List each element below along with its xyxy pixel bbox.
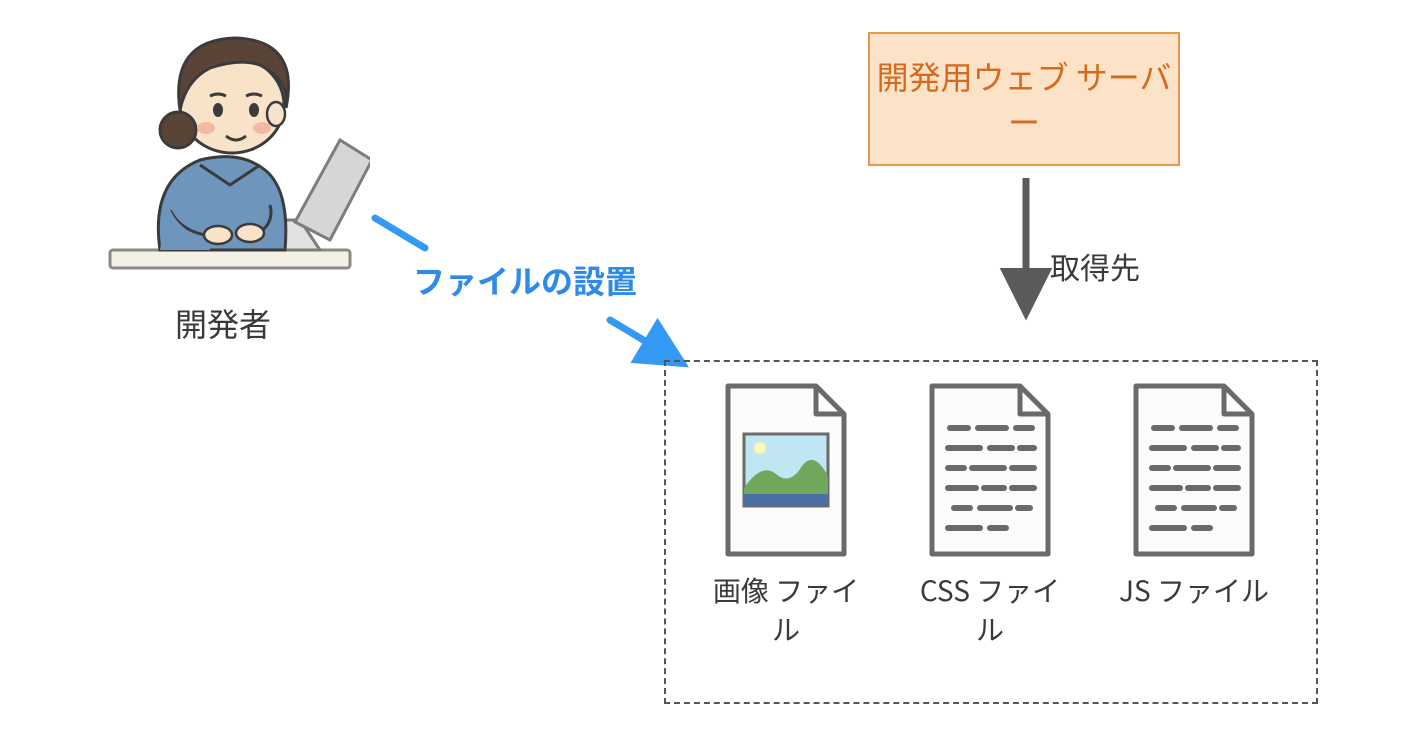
file-css-label: CSS ファイル xyxy=(910,571,1070,649)
file-js: JS ファイル xyxy=(1114,380,1274,610)
developer-label: 開発者 xyxy=(175,302,271,345)
dev-web-server-label: 開発用ウェブ サーバー xyxy=(870,54,1178,144)
fetch-arrow-label: 取得先 xyxy=(1050,246,1140,287)
file-image: 画像 ファイル xyxy=(706,380,866,649)
file-image-label: 画像 ファイル xyxy=(706,571,866,649)
developer-illustration xyxy=(90,10,370,300)
js-file-icon xyxy=(1124,380,1264,560)
fetch-arrow xyxy=(996,170,1056,330)
place-files-arrow-label: ファイルの設置 xyxy=(413,259,637,302)
file-css: CSS ファイル xyxy=(910,380,1070,649)
file-js-label: JS ファイル xyxy=(1114,571,1274,610)
css-file-icon xyxy=(920,380,1060,560)
image-file-icon xyxy=(716,380,856,560)
dev-web-server-box: 開発用ウェブ サーバー xyxy=(868,32,1180,166)
